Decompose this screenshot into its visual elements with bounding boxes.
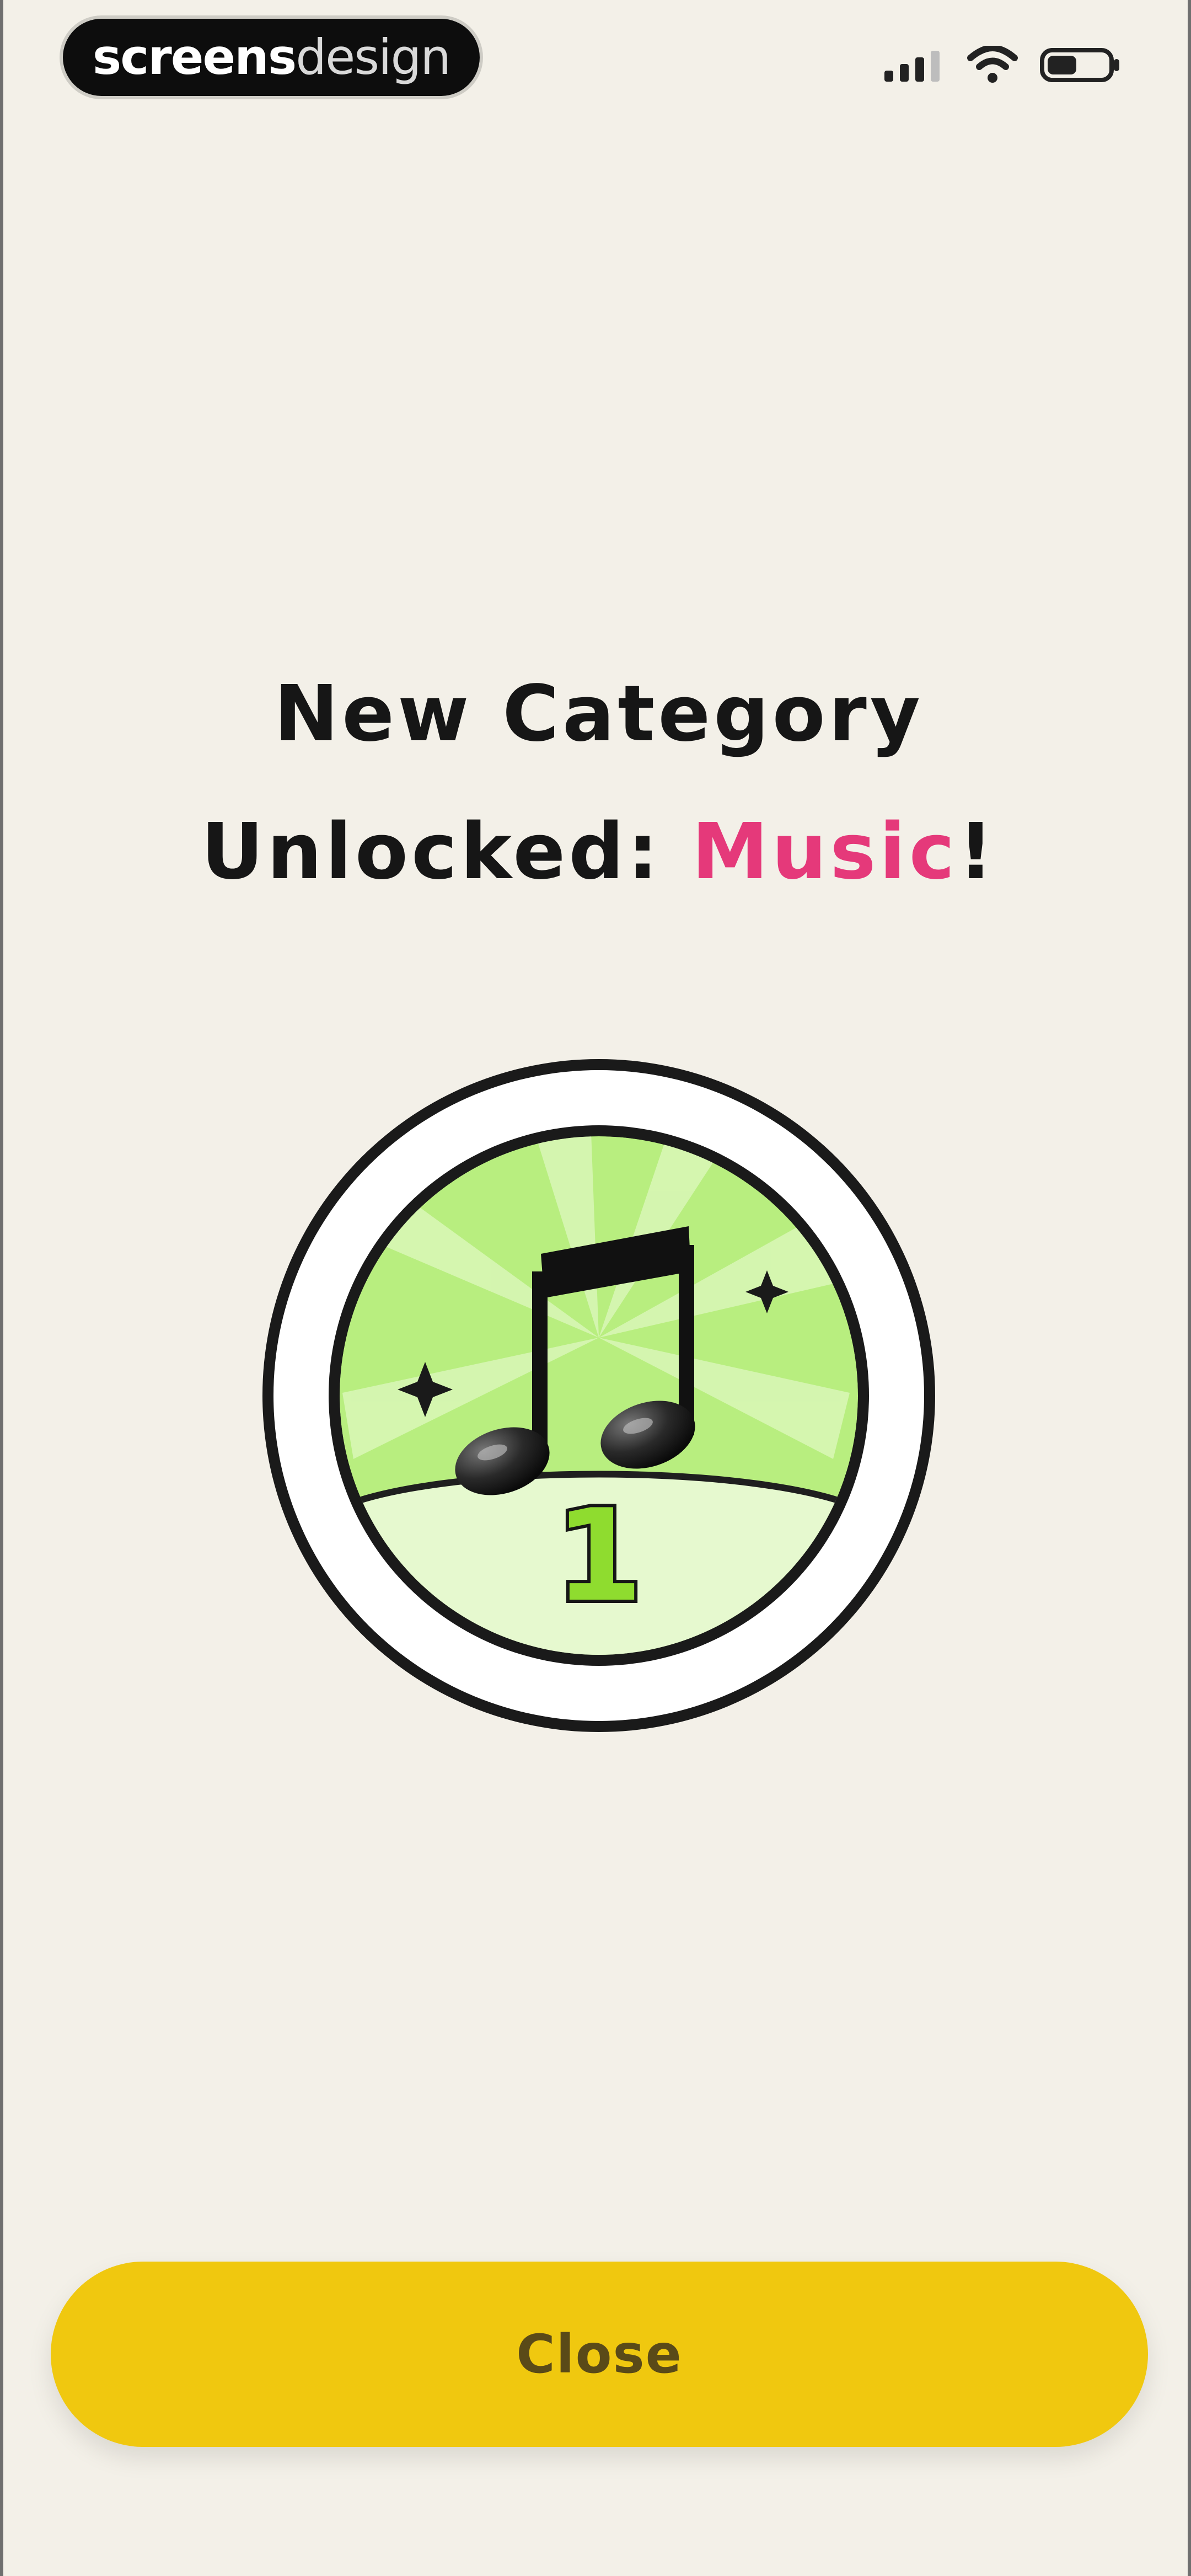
badge-level-number: 1 <box>555 1483 643 1630</box>
headline-line-2: Unlocked: Music! <box>3 783 1191 921</box>
music-category-badge: 1 <box>262 1059 935 1732</box>
signal-icon <box>884 51 940 82</box>
brand-primary-text: screens <box>92 29 297 85</box>
close-button[interactable]: Close <box>51 2262 1148 2447</box>
close-button-label: Close <box>516 2323 683 2385</box>
headline-exclamation: ! <box>958 807 997 897</box>
battery-icon <box>1040 48 1119 82</box>
screensdesign-logo: screensdesign <box>63 19 480 96</box>
status-bar: screensdesign <box>3 0 1191 110</box>
wifi-icon <box>967 46 1018 83</box>
brand-wordmark: screensdesign <box>93 33 451 82</box>
headline-prefix: Unlocked: <box>201 807 692 897</box>
unlock-headline: New Category Unlocked: Music! <box>3 645 1191 921</box>
screen: screensdesign New Category Unlocked: Mus… <box>0 0 1191 2576</box>
headline-line-1: New Category <box>274 669 924 759</box>
category-name: Music <box>691 807 958 897</box>
brand-secondary-text: design <box>296 29 451 85</box>
status-icons <box>884 43 1123 87</box>
